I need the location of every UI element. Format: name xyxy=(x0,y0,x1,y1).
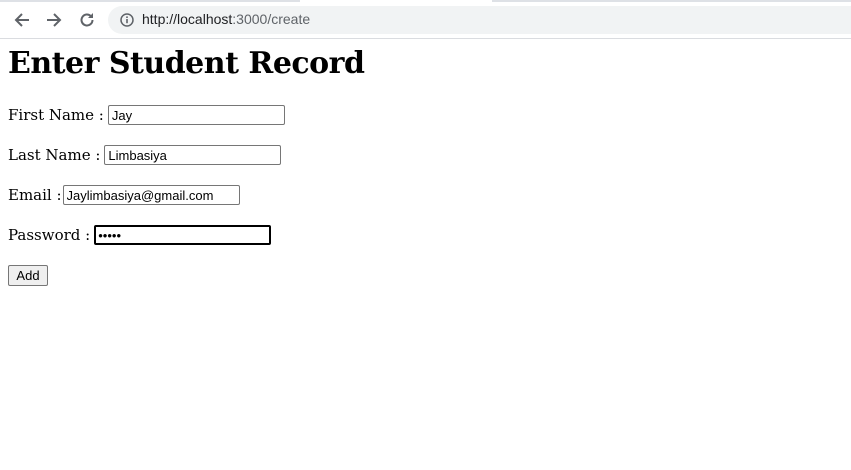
last-name-field[interactable] xyxy=(104,145,282,165)
add-button[interactable]: Add xyxy=(8,265,48,286)
first-name-row: First Name : xyxy=(8,104,285,126)
email-field[interactable] xyxy=(62,185,240,205)
url-path: :3000/create xyxy=(232,11,311,27)
reload-button[interactable] xyxy=(75,8,99,32)
tab-strip-edge xyxy=(0,0,300,2)
first-name-label: First Name : xyxy=(8,106,104,124)
back-button[interactable] xyxy=(10,8,34,32)
info-icon[interactable] xyxy=(120,13,134,27)
url-host: http://localhost xyxy=(142,11,233,27)
last-name-row: Last Name : xyxy=(8,144,282,166)
address-bar[interactable]: http://localhost:3000/create xyxy=(108,6,851,34)
forward-button[interactable] xyxy=(42,8,66,32)
tab-strip-edge xyxy=(492,0,851,2)
reload-icon xyxy=(80,13,94,27)
password-label: Password : xyxy=(8,226,91,244)
password-field[interactable] xyxy=(94,225,272,245)
browser-toolbar: http://localhost:3000/create xyxy=(0,0,851,39)
email-label: Email : xyxy=(8,186,62,204)
url-text[interactable]: http://localhost:3000/create xyxy=(142,11,310,27)
password-row: Password : xyxy=(8,224,272,246)
first-name-field[interactable] xyxy=(107,105,285,125)
arrow-left-icon xyxy=(14,13,29,27)
last-name-label: Last Name : xyxy=(8,146,101,164)
arrow-right-icon xyxy=(47,13,62,27)
page-title: Enter Student Record xyxy=(8,46,365,81)
email-row: Email : xyxy=(8,184,240,206)
